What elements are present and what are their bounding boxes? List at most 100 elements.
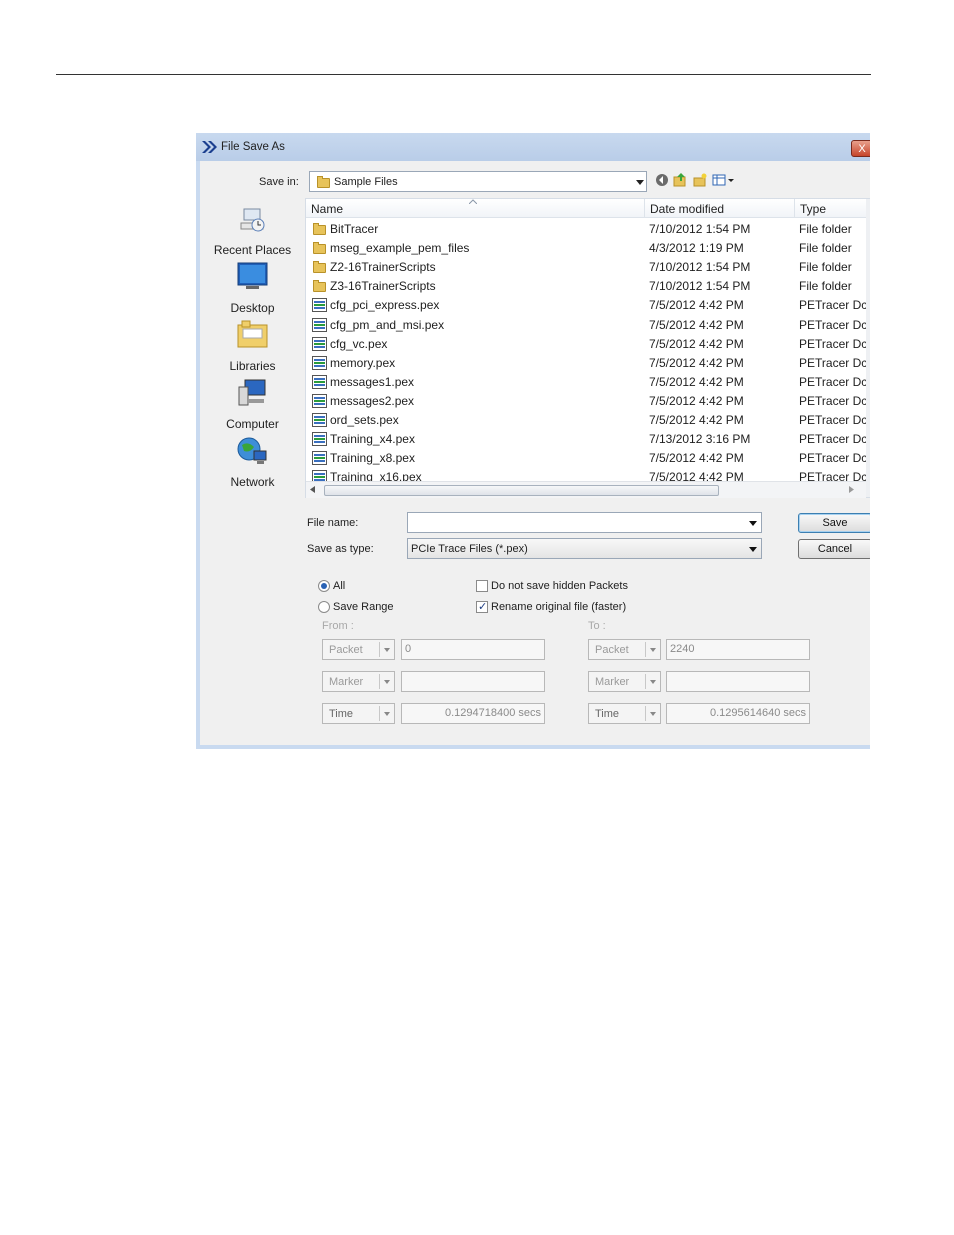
- file-row[interactable]: messages2.pex 7/5/2012 4:42 PM PETracer Dc: [306, 392, 866, 411]
- file-date-cell: 7/5/2012 4:42 PM: [649, 355, 744, 370]
- file-row[interactable]: messages1.pex 7/5/2012 4:42 PM PETracer Dc: [306, 373, 866, 392]
- pex-file-icon: [312, 298, 327, 313]
- hidden-packets-checkbox[interactable]: [476, 580, 488, 592]
- to-packet-select[interactable]: Packet: [588, 639, 661, 660]
- chevron-down-icon: [650, 680, 656, 684]
- all-radio[interactable]: [318, 580, 330, 592]
- up-folder-icon[interactable]: [673, 173, 687, 187]
- file-type-cell: PETracer Dc: [799, 317, 866, 332]
- file-name-cell: mseg_example_pem_files: [330, 241, 470, 256]
- recent-places-icon: [240, 208, 265, 232]
- file-date-cell: 7/5/2012 4:42 PM: [649, 298, 744, 313]
- to-marker-field[interactable]: [666, 671, 810, 692]
- file-row[interactable]: Z3-16TrainerScripts 7/10/2012 1:54 PM File…: [306, 277, 866, 296]
- file-type-cell: File folder: [799, 279, 852, 294]
- scroll-left-icon[interactable]: [310, 486, 315, 493]
- rename-original-label: Rename original file (faster): [491, 601, 627, 613]
- file-row[interactable]: cfg_vc.pex 7/5/2012 4:42 PM PETracer Dc: [306, 335, 866, 354]
- place-label: Libraries: [229, 359, 276, 373]
- page-header-rule: [56, 74, 871, 75]
- file-type-cell: PETracer Dc: [799, 451, 866, 466]
- from-marker-select[interactable]: Marker: [322, 671, 395, 692]
- to-time-field[interactable]: 0.1295614640 secs: [666, 703, 810, 724]
- file-row[interactable]: memory.pex 7/5/2012 4:42 PM PETracer Dc: [306, 354, 866, 373]
- from-packet-field[interactable]: 0: [401, 639, 545, 660]
- file-type-cell: PETracer Dc: [799, 336, 866, 351]
- file-name-cell: Z3-16TrainerScripts: [330, 279, 436, 294]
- save-as-type-select[interactable]: PCIe Trace Files (*.pex): [407, 538, 762, 559]
- pex-file-icon: [312, 393, 327, 408]
- file-name-cell: BitTracer: [330, 222, 379, 236]
- from-time-select[interactable]: Time: [322, 703, 395, 724]
- file-row[interactable]: Z2-16TrainerScripts 7/10/2012 1:54 PM File…: [306, 258, 866, 277]
- place-libraries[interactable]: Libraries: [200, 317, 305, 373]
- horizontal-scrollbar[interactable]: [306, 481, 866, 498]
- from-label: From :: [322, 620, 354, 632]
- close-button[interactable]: X: [851, 140, 870, 157]
- file-row[interactable]: mseg_example_pem_files 4/3/2012 1:19 PM Fi…: [306, 239, 866, 258]
- file-row[interactable]: BitTracer 7/10/2012 1:54 PM File folder: [306, 220, 866, 239]
- place-label: Computer: [226, 417, 279, 431]
- file-name-cell: Z2-16TrainerScripts: [330, 260, 436, 275]
- place-label: Recent Places: [213, 243, 292, 257]
- file-name-cell: ord_sets.pex: [330, 413, 399, 427]
- chevron-down-icon[interactable]: [749, 547, 757, 552]
- to-marker-select[interactable]: Marker: [588, 671, 661, 692]
- folder-icon: [313, 223, 326, 235]
- scrollbar-thumb[interactable]: [324, 485, 719, 496]
- save-in-label: Save in:: [259, 176, 299, 188]
- chevron-down-icon[interactable]: [749, 521, 757, 526]
- chevron-down-icon: [384, 680, 390, 684]
- to-packet-field[interactable]: 2240: [666, 639, 810, 660]
- pex-file-icon: [312, 355, 327, 370]
- computer-icon: [238, 379, 266, 406]
- sort-ascending-icon: [469, 199, 477, 204]
- file-row[interactable]: cfg_pci_express.pex 7/5/2012 4:42 PM PETra…: [306, 296, 866, 315]
- file-date-cell: 7/5/2012 4:42 PM: [649, 317, 744, 332]
- place-desktop[interactable]: Desktop: [200, 259, 305, 315]
- dialog-body: Save in: Sample Files Recent Places Desk…: [200, 161, 870, 745]
- place-computer[interactable]: Computer: [200, 375, 305, 431]
- column-header-name[interactable]: Name: [306, 199, 644, 218]
- place-recent-places[interactable]: Recent Places: [200, 201, 305, 257]
- from-marker-field[interactable]: [401, 671, 545, 692]
- folder-icon: [313, 242, 326, 255]
- file-list[interactable]: Name Date modified Type BitTracer 7/10/20…: [305, 198, 870, 498]
- pex-file-icon: [312, 413, 327, 427]
- scroll-right-icon[interactable]: [849, 486, 854, 493]
- column-header-date[interactable]: Date modified: [645, 199, 794, 218]
- to-time-select[interactable]: Time: [588, 703, 661, 724]
- file-row[interactable]: Training_x8.pex 7/5/2012 4:42 PM PETracer …: [306, 449, 866, 468]
- file-date-cell: 7/5/2012 4:42 PM: [649, 393, 744, 408]
- file-name-input[interactable]: [407, 512, 762, 533]
- title-bar[interactable]: File Save As X: [196, 133, 870, 161]
- file-name-cell: cfg_vc.pex: [330, 336, 388, 351]
- column-header-type[interactable]: Type: [795, 199, 866, 218]
- from-time-field[interactable]: 0.1294718400 secs: [401, 703, 545, 724]
- pex-file-icon: [312, 374, 327, 389]
- libraries-icon: [237, 320, 268, 348]
- file-type-cell: PETracer Dc: [799, 393, 866, 408]
- from-packet-select[interactable]: Packet: [322, 639, 395, 660]
- vertical-scrollbar[interactable]: [866, 199, 870, 497]
- place-label: Network: [230, 475, 275, 489]
- file-row[interactable]: ord_sets.pex 7/5/2012 4:42 PM PETracer Dc: [306, 411, 866, 430]
- save-button[interactable]: Save: [798, 513, 870, 533]
- file-row[interactable]: cfg_pm_and_msi.pex 7/5/2012 4:42 PM PETrac…: [306, 316, 866, 335]
- view-menu-icon[interactable]: [712, 173, 736, 187]
- all-radio-label: All: [333, 580, 346, 592]
- back-icon[interactable]: [655, 173, 669, 187]
- save-in-combo[interactable]: Sample Files: [309, 171, 647, 192]
- file-name-label: File name:: [307, 517, 359, 529]
- cancel-button[interactable]: Cancel: [798, 539, 870, 559]
- new-folder-icon[interactable]: [693, 173, 707, 187]
- file-date-cell: 7/10/2012 1:54 PM: [649, 260, 751, 275]
- place-network[interactable]: Network: [200, 433, 305, 489]
- network-icon: [237, 437, 267, 464]
- save-as-type-value: PCIe Trace Files (*.pex): [411, 543, 528, 555]
- save-range-radio[interactable]: [318, 601, 330, 613]
- file-type-cell: PETracer Dc: [799, 298, 866, 313]
- to-label: To :: [588, 620, 606, 632]
- file-row[interactable]: Training_x4.pex 7/13/2012 3:16 PM PETracer…: [306, 430, 866, 449]
- rename-original-checkbox[interactable]: [476, 600, 488, 613]
